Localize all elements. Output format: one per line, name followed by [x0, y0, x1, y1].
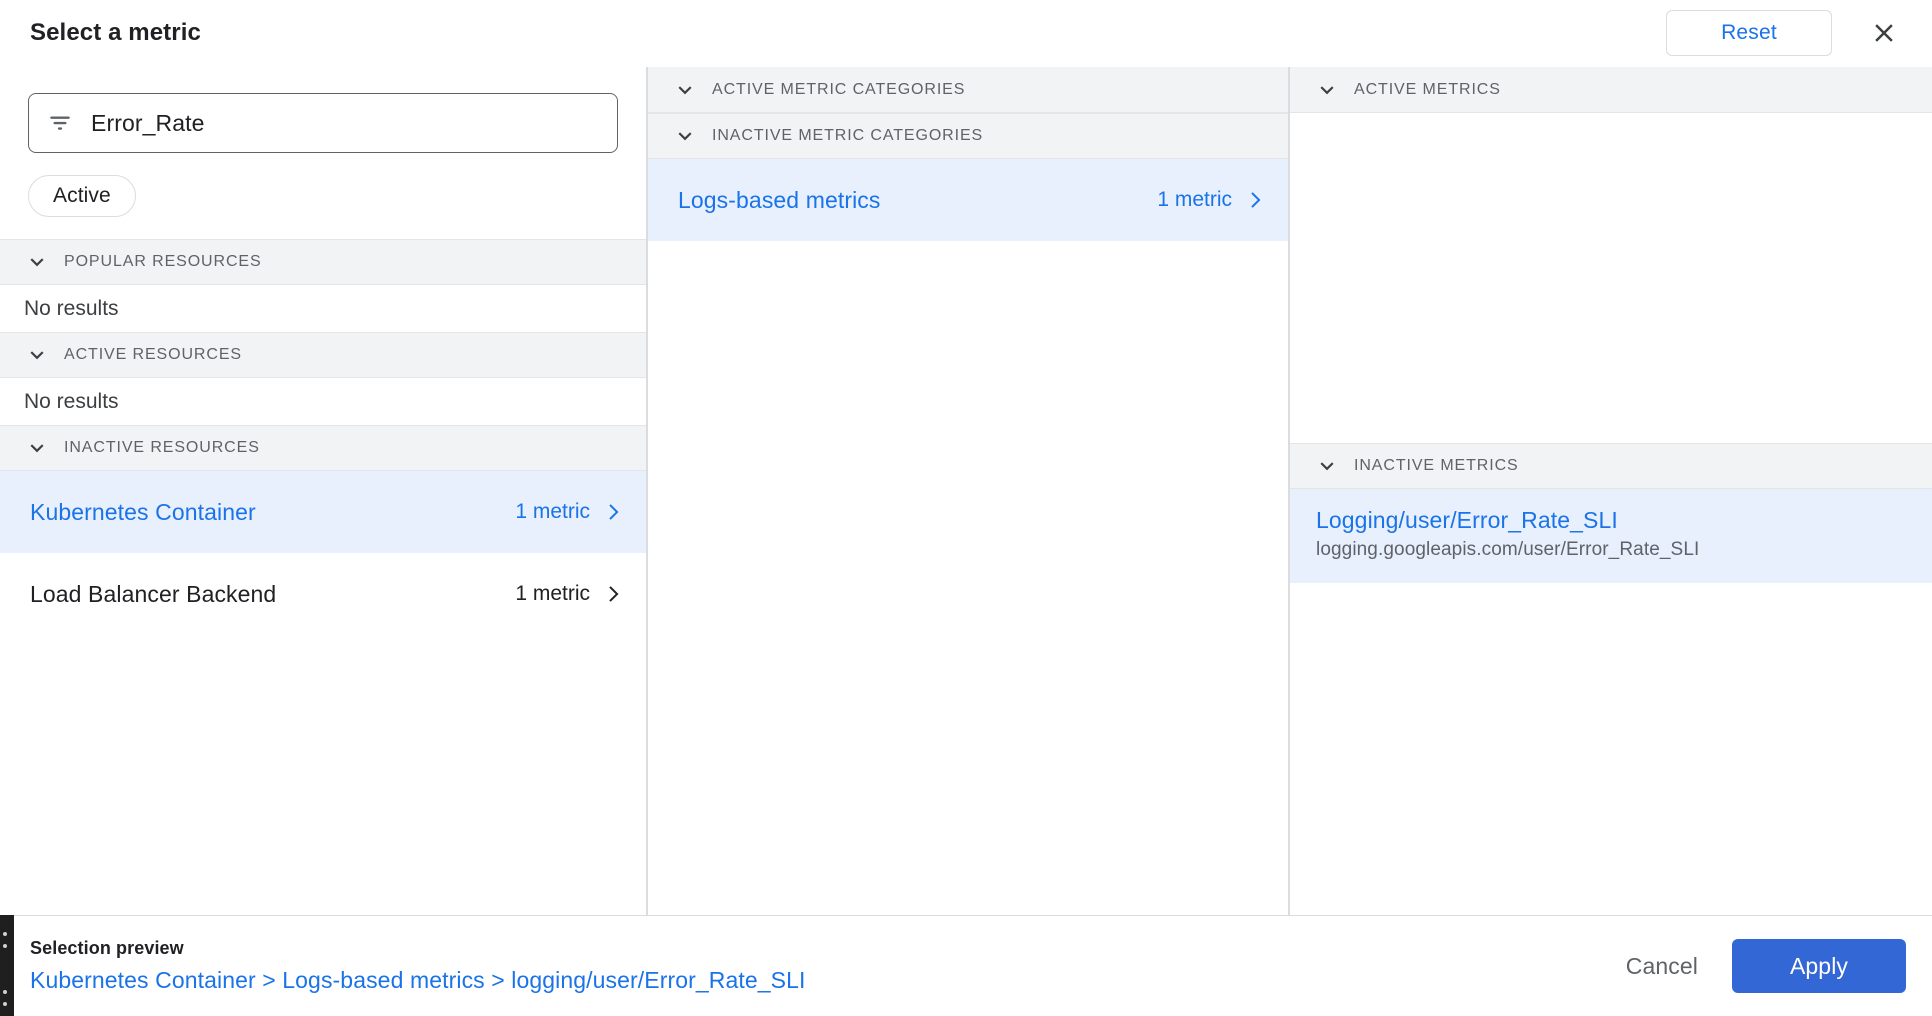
search-area: Active: [0, 67, 646, 239]
category-item-count: 1 metric: [1157, 188, 1266, 212]
chevron-down-icon: [672, 77, 698, 103]
metric-item-error-rate-sli[interactable]: Logging/user/Error_Rate_SLI logging.goog…: [1290, 489, 1932, 583]
metric-item-title: Logging/user/Error_Rate_SLI: [1316, 505, 1910, 535]
section-header-inactive-metrics[interactable]: Inactive metrics: [1290, 443, 1932, 489]
section-label: Inactive resources: [64, 439, 260, 457]
active-metrics-empty-area: [1290, 113, 1932, 443]
section-header-active-resources[interactable]: Active resources: [0, 332, 646, 378]
section-header-inactive-resources[interactable]: Inactive resources: [0, 425, 646, 471]
resource-item-count: 1 metric: [515, 582, 624, 606]
reset-button[interactable]: Reset: [1666, 10, 1832, 56]
category-item-logs-based-metrics[interactable]: Logs-based metrics 1 metric: [648, 159, 1288, 241]
apply-button[interactable]: Apply: [1732, 939, 1906, 993]
resource-item-label: Load Balancer Backend: [30, 581, 515, 608]
resource-item-kubernetes-container[interactable]: Kubernetes Container 1 metric: [0, 471, 646, 553]
chevron-down-icon: [24, 435, 50, 461]
metrics-panel: Active metrics Inactive metrics Logging/…: [1288, 67, 1932, 915]
section-label: Inactive metrics: [1354, 457, 1519, 475]
selection-preview: Selection preview Kubernetes Container >…: [30, 936, 805, 997]
cancel-button[interactable]: Cancel: [1604, 941, 1720, 992]
section-header-active-metrics[interactable]: Active metrics: [1290, 67, 1932, 113]
metric-categories-panel: Active metric categories Inactive metric…: [646, 67, 1288, 915]
resource-item-count-label: 1 metric: [515, 500, 590, 524]
section-label: Inactive metric categories: [712, 127, 983, 145]
chevron-down-icon: [24, 342, 50, 368]
search-box[interactable]: [28, 93, 618, 153]
chevron-right-icon: [600, 500, 624, 524]
chevron-down-icon: [1314, 77, 1340, 103]
resource-item-count: 1 metric: [515, 500, 624, 524]
selection-preview-label: Selection preview: [30, 936, 805, 960]
close-icon: [1869, 18, 1899, 48]
section-header-active-metric-categories[interactable]: Active metric categories: [648, 67, 1288, 113]
filter-chip-active[interactable]: Active: [28, 175, 136, 217]
chevron-right-icon: [1242, 188, 1266, 212]
chevron-down-icon: [672, 123, 698, 149]
section-header-popular-resources[interactable]: Popular resources: [0, 239, 646, 285]
resource-item-label: Kubernetes Container: [30, 499, 515, 526]
dialog-header: Select a metric Reset: [0, 0, 1932, 66]
selection-preview-path[interactable]: Kubernetes Container > Logs-based metric…: [30, 963, 805, 997]
metric-item-type: logging.googleapis.com/user/Error_Rate_S…: [1316, 537, 1910, 563]
resource-item-load-balancer-backend[interactable]: Load Balancer Backend 1 metric: [0, 553, 646, 635]
section-label: Active resources: [64, 346, 242, 364]
select-metric-dialog: Select a metric Reset: [0, 0, 1932, 1016]
section-label: Popular resources: [64, 253, 262, 271]
filter-chip-row: Active: [28, 175, 618, 217]
chevron-down-icon: [1314, 453, 1340, 479]
section-label: Active metric categories: [712, 81, 965, 99]
close-button[interactable]: [1860, 9, 1908, 57]
category-item-label: Logs-based metrics: [678, 187, 1157, 214]
chevron-right-icon: [600, 582, 624, 606]
popular-resources-empty: No results: [0, 285, 646, 332]
filter-icon: [47, 110, 73, 136]
page-title: Select a metric: [30, 19, 201, 47]
section-header-inactive-metric-categories[interactable]: Inactive metric categories: [648, 113, 1288, 159]
chevron-down-icon: [24, 249, 50, 275]
resources-panel: Active Popular resources No results: [0, 67, 646, 915]
section-label: Active metrics: [1354, 81, 1501, 99]
metric-categories-panel-filler: [648, 241, 1288, 915]
category-item-count-label: 1 metric: [1157, 188, 1232, 212]
resource-item-count-label: 1 metric: [515, 582, 590, 606]
search-input[interactable]: [91, 110, 599, 137]
metrics-panel-filler: [1290, 583, 1932, 915]
active-resources-empty: No results: [0, 378, 646, 425]
dialog-footer: Selection preview Kubernetes Container >…: [0, 915, 1932, 1016]
resources-panel-filler: [0, 635, 646, 915]
dialog-body: Active Popular resources No results: [0, 66, 1932, 915]
